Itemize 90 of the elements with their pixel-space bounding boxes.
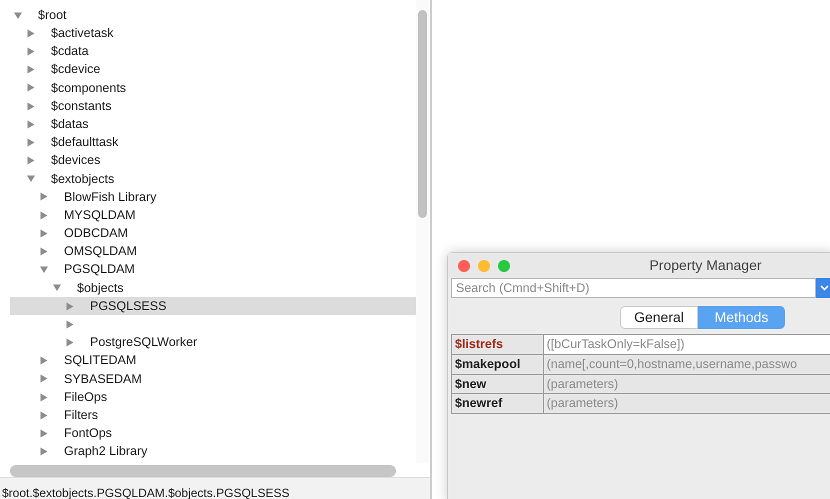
item-label: $devices [51,154,100,167]
expand-arrow-icon[interactable] [40,374,48,384]
tree-item[interactable]: Filters [10,406,416,424]
expand-arrow-icon[interactable] [40,410,48,420]
item-label: $defaulttask [51,136,118,149]
expand-arrow-icon[interactable] [40,392,48,402]
tree-item[interactable]: $root [10,6,416,24]
tree-item[interactable]: $devices [10,152,416,170]
expand-arrow-icon[interactable] [66,302,74,311]
item-label: FileOps [64,390,108,404]
expand-arrow-icon[interactable] [40,247,48,256]
tree-item[interactable]: $objects [10,278,416,297]
collapse-arrow-icon[interactable] [27,174,35,184]
expand-arrow-icon[interactable] [27,83,35,92]
expand-arrow-icon[interactable] [40,447,48,456]
tree-item[interactable]: $cdata [10,42,416,61]
method-name-cell[interactable]: $newref [452,394,544,414]
tree-item[interactable]: SYBASEDAM [10,370,416,388]
search-field[interactable]: Search (Cmnd+Shift+D) [451,278,816,298]
expand-arrow-icon[interactable] [27,102,35,111]
expand-arrow-icon[interactable] [27,46,35,56]
item-label: SYBASEDAM [64,372,142,386]
item-label: FontOps [64,427,112,440]
item-label: $objects [77,282,124,294]
collapse-arrow-icon[interactable] [14,10,22,20]
tree-item[interactable]: SQLITEDAM [10,352,416,370]
expand-arrow-icon[interactable] [27,138,35,147]
collapse-arrow-icon[interactable] [40,265,48,274]
method-name-cell[interactable]: $makepool [452,354,544,374]
item-label: SQLITEDAM [64,354,136,367]
scrollbar[interactable] [416,0,430,464]
item-label: ODBCDAM [64,227,128,240]
item-label: Graph2 Library [64,445,148,458]
expand-arrow-icon[interactable] [40,210,48,220]
item-label: $cdata [51,45,89,58]
item-label: Filters [64,408,98,422]
item-label: PostgreSQLWorker [90,336,198,349]
tree-item[interactable]: OMSQLDAM [10,242,416,261]
tree-item[interactable]: FileOps [10,388,416,406]
chevron-down-icon [820,285,829,291]
collapse-arrow-icon[interactable] [53,283,61,292]
tree-item[interactable]: PGSQLSESS [10,297,416,316]
tree-item[interactable]: $datas [10,115,416,134]
tree-item[interactable]: BlowFish Library [10,188,416,206]
item-label: $components [51,82,126,94]
window-title: Property Manager [648,256,763,275]
expand-arrow-icon[interactable] [27,156,35,166]
item-label: PGSQLDAM [64,263,135,276]
parameters-cell: (name[,count=0,hostname,username,passwo [543,354,830,374]
expand-arrow-icon[interactable] [27,65,35,74]
scrollbar[interactable] [10,465,396,477]
expand-arrow-icon[interactable] [66,338,74,347]
expand-arrow-icon[interactable] [66,320,74,329]
parameters-cell: (parameters) [543,374,830,394]
expand-arrow-icon[interactable] [27,120,35,129]
parameters-cell: (parameters) [543,394,830,414]
item-label: PGSQLSESS [90,300,166,312]
expand-arrow-icon[interactable] [40,228,48,238]
close-button[interactable] [458,260,470,272]
tree-item[interactable]: PostgreSQLWorker [10,333,416,352]
tab[interactable]: General [620,306,698,329]
expand-arrow-icon[interactable] [40,428,48,438]
tree-item[interactable]: FontOps [10,424,416,442]
tree-item[interactable]: PGSQLDAM [10,260,416,279]
expand-arrow-icon[interactable] [40,356,48,366]
item-label: $datas [51,118,89,130]
tree-item[interactable]: $constants [10,96,416,116]
parameters-cell: ([bCurTaskOnly=kFalse]) [543,334,830,354]
item-label: OMSQLDAM [64,245,137,258]
item-label: $constants [51,100,112,112]
item-label: $root [38,8,66,22]
dropdown-button[interactable] [816,278,830,298]
tree-item[interactable]: $extobjects [10,170,416,188]
item-label: BlowFish Library [64,190,156,204]
expand-arrow-icon[interactable] [27,28,35,38]
item-label: MYSQLDAM [64,208,136,222]
method-name-cell[interactable]: $new [452,374,544,394]
tree-item[interactable]: Graph2 Library [10,442,416,461]
tree-item[interactable]: $activetask [10,24,416,42]
tree-item[interactable]: MYSQLDAM [10,206,416,224]
tree-item[interactable]: $components [10,78,416,97]
zoom-button[interactable] [498,260,510,272]
tree-item[interactable]: $cdevice [10,60,416,79]
tree-item[interactable]: $defaulttask [10,133,416,152]
item-label: $extobjects [51,172,114,186]
tree-item[interactable]: ODBCDAM [10,224,416,242]
item-label: $cdevice [51,63,100,76]
expand-arrow-icon[interactable] [40,192,48,202]
method-name-cell[interactable]: $listrefs [452,334,544,354]
item-label: $activetask [51,27,114,40]
